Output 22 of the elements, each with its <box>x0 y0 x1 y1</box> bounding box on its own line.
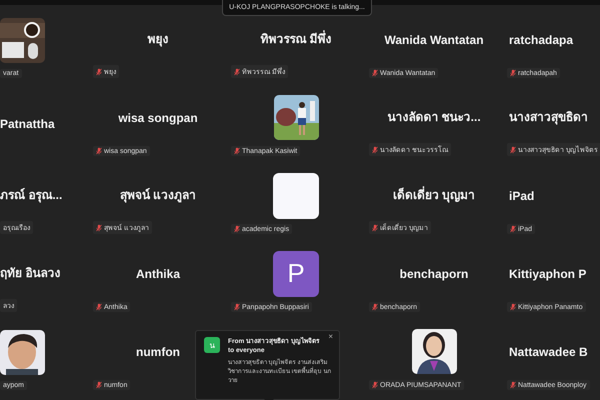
participant-name: Nattawadee B <box>509 344 588 358</box>
participant-name: Kittiyaphon P <box>509 266 586 280</box>
participant-name: นางลัดดา ชนะว... <box>387 108 481 126</box>
participant-name: พยุง <box>148 30 168 48</box>
participant-name: Wanida Wantatan <box>384 32 484 46</box>
participant-name: benchaporn <box>400 266 468 280</box>
participant-name: ฤทัย อินลวง <box>0 264 60 282</box>
participant-name: นางสาวสุขธิดา <box>509 108 588 126</box>
participant-name: เด็ดเดี่ยว บุญมา <box>392 185 476 204</box>
participant-name: wisa songpan <box>118 110 198 124</box>
initial-avatar: P <box>273 250 319 296</box>
chat-avatar: น <box>204 337 220 353</box>
participant-name: ratchadapa <box>509 32 574 46</box>
participant-name: iPad <box>509 188 534 202</box>
blank-avatar <box>273 172 319 218</box>
participant-name: ทิพวรรณ มีพึ่ง <box>260 29 332 48</box>
participant-name: ภรณ์ อรุณ... <box>0 186 62 204</box>
participant-name: Patnattha <box>0 116 55 130</box>
participant-name: Anthika <box>136 266 180 280</box>
participant-name: สุพจน์ แวงภูลา <box>120 186 196 204</box>
participant-name: numfon <box>136 344 180 358</box>
close-button[interactable]: × <box>328 333 333 341</box>
